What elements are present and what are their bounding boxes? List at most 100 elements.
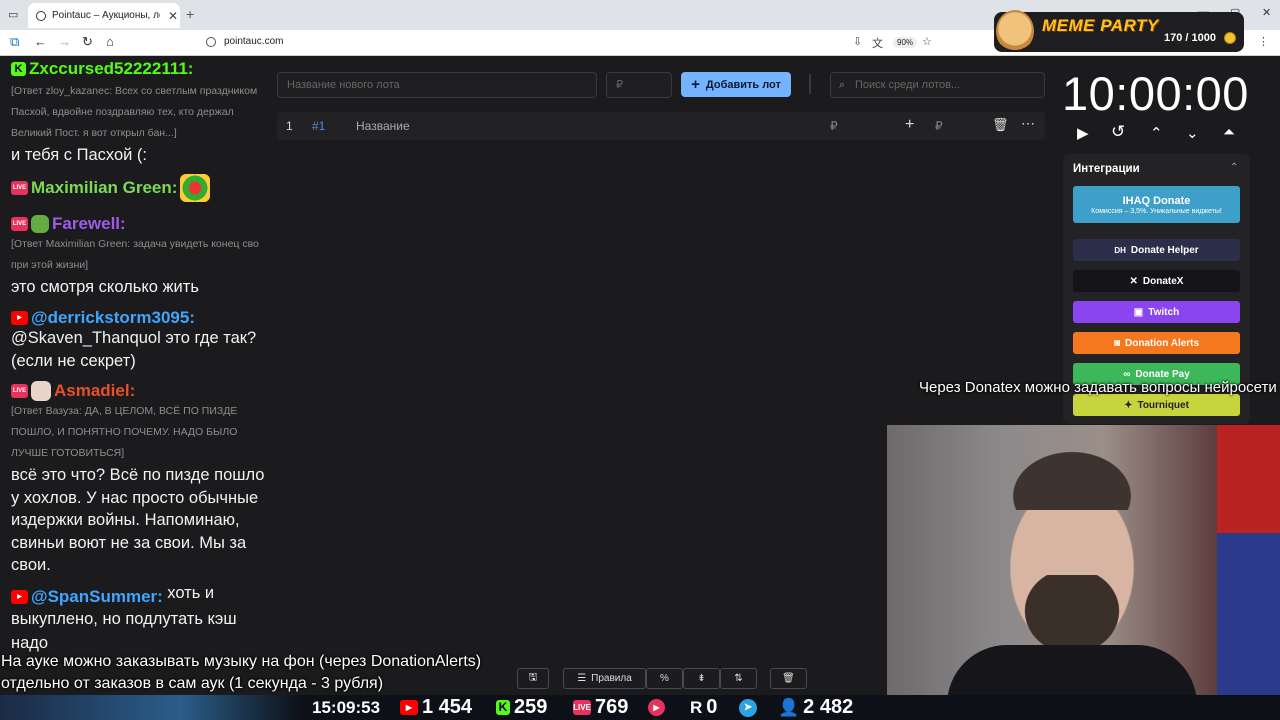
collapse-icon[interactable]: ⌃ (1230, 162, 1238, 173)
ihaq-donate-button[interactable]: IHAQ Donate Комиссия – 3,5%. Уникальные … (1073, 186, 1240, 223)
lot-extra-amount[interactable]: ₽ (935, 119, 943, 133)
emote-icon (31, 381, 51, 401)
close-window-icon[interactable]: ✕ (1262, 6, 1271, 19)
lot-name-input[interactable]: Название нового лота (277, 72, 597, 98)
clock: 15:09:53 (312, 697, 381, 717)
browser-menu-icon[interactable]: ⋮ (1258, 35, 1269, 48)
vk-play-icon: ▶ (648, 699, 665, 716)
timer-double-up-icon[interactable]: ⏶ (1223, 124, 1235, 141)
tourniquet-button[interactable]: ✦ Tourniquet (1073, 394, 1240, 416)
lot-name[interactable]: Название (356, 119, 410, 133)
donatex-icon: ✕ (1129, 275, 1138, 287)
tourniquet-icon: ✦ (1124, 399, 1133, 411)
add-amount-icon[interactable]: + (905, 116, 914, 134)
twitch-button[interactable]: ▣ Twitch (1073, 301, 1240, 323)
add-lot-label: Добавить лот (705, 78, 781, 91)
rutube-icon: R (690, 697, 703, 717)
reset-timer-icon[interactable]: ↺ (1111, 122, 1125, 142)
collections-icon[interactable]: ⧉ (10, 34, 19, 50)
donatex-note: Через Donatex можно задавать вопросы ней… (919, 379, 1277, 396)
kick-icon: K (496, 700, 510, 715)
clear-button[interactable]: 🗑 (770, 668, 807, 689)
emote-icon (31, 215, 49, 233)
chat-text: всё это что? Всё по пизде пошло у хохлов… (11, 466, 265, 574)
site-info-icon[interactable] (206, 36, 216, 47)
telegram-viewers: ➤ (739, 695, 757, 720)
youtube-count: 1 454 (422, 696, 473, 718)
chat-text: это смотря сколько жить (11, 278, 199, 296)
chat-text: и тебя с Пасхой (: (11, 146, 148, 164)
sort-icon: ⇅ (734, 673, 743, 684)
url-text: pointauc.com (224, 36, 284, 47)
stream-stats-bar: 15:09:53 ▶ 1 454 K 259 LIVE 769 ▶ R 0 ➤ … (0, 695, 1280, 720)
lot-amount[interactable]: ₽ (830, 119, 838, 133)
play-icon[interactable]: ▶ (1077, 124, 1089, 142)
rules-icon: ☰ (577, 673, 587, 684)
lot-search-input[interactable]: ⌕ Поиск среди лотов... (830, 72, 1045, 98)
zoom-level[interactable]: 90% (893, 37, 918, 48)
timer-down-icon[interactable]: ⌄ (1186, 124, 1199, 142)
donation-alerts-icon: ◙ (1113, 337, 1120, 349)
youtube-icon: ▶ (11, 311, 28, 325)
chat-reply: [Ответ zloy_kazanec: Всех со светлым пра… (11, 85, 258, 139)
url-field[interactable]: pointauc.com (206, 36, 283, 47)
live-icon: LIVE (573, 700, 591, 715)
percent-icon: % (660, 673, 669, 684)
chat-message: ▶ @SpanSummer: хоть и выкуплено, но подл… (11, 582, 273, 655)
rules-label: Правила (591, 673, 632, 684)
new-tab-icon[interactable]: + (186, 6, 194, 22)
sort-button[interactable]: ⇅ (720, 668, 757, 689)
coin-icon (1224, 32, 1236, 44)
reload-icon[interactable]: ↻ (82, 34, 93, 50)
lot-index: 1 (286, 119, 293, 133)
total-count: 2 482 (803, 696, 854, 718)
youtube-viewers: ▶ 1 454 (400, 695, 472, 720)
favorite-star-icon[interactable]: ☆ (922, 35, 932, 48)
twitch-label: Twitch (1148, 306, 1180, 318)
ihaq-donate-label: IHAQ Donate (1122, 194, 1191, 207)
chat-username: @derrickstorm3095: (31, 307, 195, 327)
lot-row: 1 #1 Название ₽ + ₽ 🗑 ⋯ (277, 112, 1045, 140)
telegram-icon: ➤ (739, 698, 757, 717)
tab-menu-icon[interactable]: ▭ (8, 8, 18, 21)
install-app-icon[interactable]: ⇩ (853, 35, 862, 48)
chat-message: LIVE Asmadiel: (11, 377, 273, 402)
close-tab-icon[interactable]: ✕ (166, 9, 180, 23)
more-options-icon[interactable]: ⋯ (1021, 115, 1035, 132)
translate-icon[interactable]: 文 (872, 35, 883, 51)
live-icon: LIVE (11, 217, 28, 231)
chat-message: K Zxccursed52222111: (11, 57, 273, 80)
meme-party-widget: MEME PARTY 170 / 1000 (994, 10, 1244, 52)
rutube-count: 0 (706, 696, 718, 718)
percent-button[interactable]: % (646, 668, 683, 689)
add-lot-button[interactable]: + Добавить лот (681, 72, 791, 97)
save-button[interactable]: 🖫 (517, 668, 549, 689)
rules-button[interactable]: ☰ Правила (563, 668, 646, 689)
lot-amount-input[interactable]: ₽ (606, 72, 672, 98)
music-note-line1: На ауке можно заказывать музыку на фон (… (1, 653, 482, 670)
donate-helper-icon: DH (1114, 245, 1126, 255)
browser-tab[interactable]: Pointauc – Аукционы, лотереи ✕ (28, 3, 180, 28)
forward-icon[interactable]: → (58, 34, 71, 49)
chat-username: Zxccursed52222111: (29, 58, 194, 78)
merge-button[interactable]: ⇟ (683, 668, 720, 689)
user-icon: 👤 (778, 697, 800, 717)
donation-alerts-button[interactable]: ◙ Donation Alerts (1073, 332, 1240, 354)
live-icon: LIVE (11, 384, 28, 398)
chat-username: Farewell: (52, 213, 126, 233)
meme-party-count: 170 / 1000 (1164, 32, 1216, 44)
donate-helper-button[interactable]: DH Donate Helper (1073, 239, 1240, 261)
back-icon[interactable]: ← (34, 34, 47, 49)
webcam-background (1217, 425, 1280, 695)
delete-icon[interactable]: 🗑 (992, 117, 1009, 133)
home-icon[interactable]: ⌂ (106, 34, 114, 49)
kick-count: 259 (514, 696, 548, 718)
live-icon: LIVE (11, 181, 28, 195)
donatex-button[interactable]: ✕ DonateX (1073, 270, 1240, 292)
save-icon: 🖫 (528, 672, 538, 683)
kick-icon: K (11, 62, 26, 76)
integrations-title: Интеграции (1073, 163, 1140, 175)
chat-message: LIVE Farewell: (11, 210, 273, 235)
timer-up-icon[interactable]: ⌃ (1150, 124, 1163, 142)
auction-timer: 10:00:00 (1062, 67, 1249, 120)
